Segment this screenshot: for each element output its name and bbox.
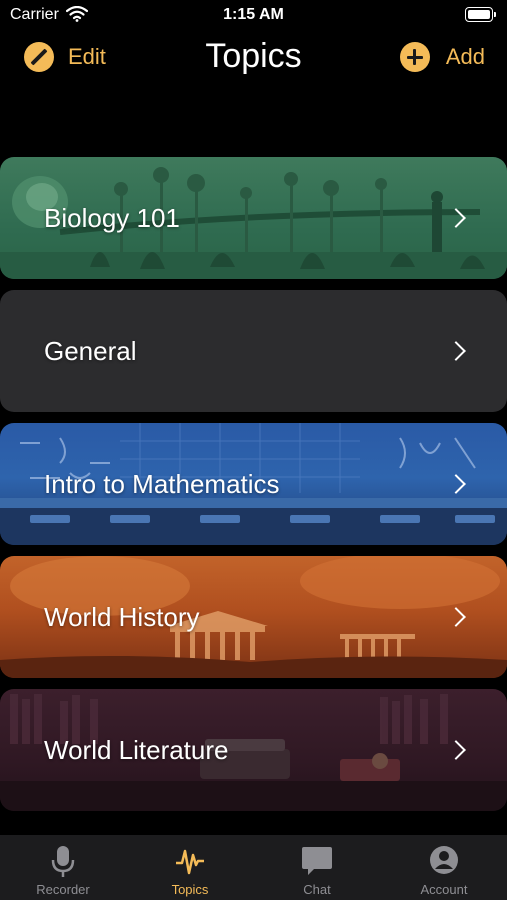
microphone-icon (51, 846, 75, 877)
topic-label: World History (44, 601, 200, 632)
topic-label: World Literature (44, 734, 229, 765)
tab-label: Account (420, 882, 468, 897)
topic-label: General (44, 335, 137, 366)
tab-label: Topics (171, 882, 209, 897)
add-button-label: Add (445, 44, 485, 69)
battery-icon (465, 7, 496, 22)
chat-bubble-icon (302, 847, 332, 875)
topic-card-general[interactable]: General (0, 290, 507, 412)
waveform-icon (176, 849, 204, 875)
status-time: 1:15 AM (223, 6, 284, 23)
tab-label: Chat (303, 882, 331, 897)
topic-label: Intro to Mathematics (44, 468, 280, 499)
topic-card-biology[interactable]: Biology 101 (0, 157, 507, 279)
add-button[interactable]: Add (399, 42, 485, 72)
tab-recorder[interactable]: Recorder (0, 835, 126, 900)
tab-label: Recorder (36, 882, 90, 897)
tab-bar: Recorder Topics Chat Account (0, 835, 507, 900)
topic-card-literature[interactable]: World Literature (0, 689, 507, 811)
tab-topics[interactable]: Topics (127, 835, 253, 900)
account-icon (430, 846, 458, 874)
topic-card-mathematics[interactable]: Intro to Mathematics (0, 423, 507, 545)
status-bar: Carrier 1:15 AM (0, 0, 507, 30)
topic-label: Biology 101 (44, 202, 180, 233)
chevron-right-icon (446, 341, 466, 361)
tab-account[interactable]: Account (381, 835, 507, 900)
plus-icon (399, 42, 430, 72)
topic-card-history[interactable]: World History (0, 556, 507, 678)
tab-chat[interactable]: Chat (254, 835, 380, 900)
navigation-bar: Edit Topics Add (0, 34, 507, 84)
